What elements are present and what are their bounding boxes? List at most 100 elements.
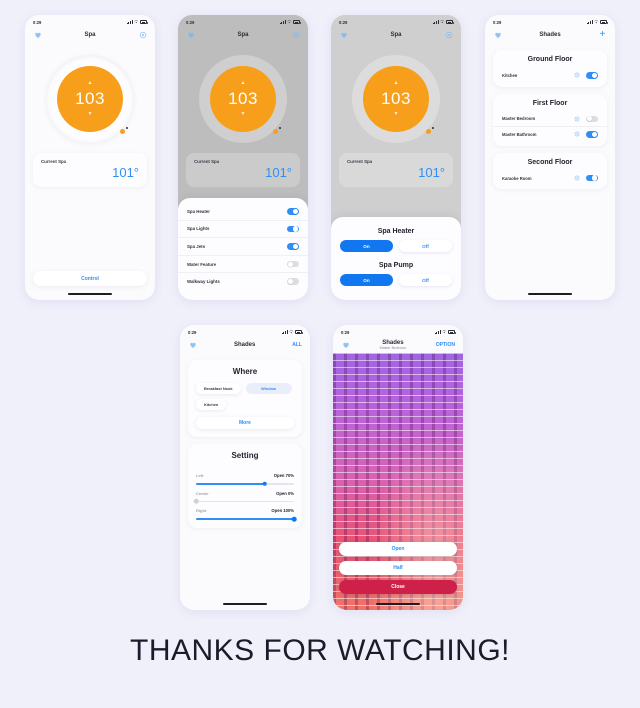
heart-icon[interactable] [493,31,502,40]
control-button[interactable]: Control [33,271,147,286]
room-row[interactable]: Master Bedroom [493,112,607,127]
where-chip[interactable]: Breakfast Nook [196,383,241,394]
floor-card: Ground Floor Kitchen [493,50,607,87]
heart-icon[interactable] [339,31,348,40]
half-button[interactable]: Half [339,561,457,575]
room-name: Karaoke Room [502,175,532,181]
status-icons [432,20,454,24]
heart-icon[interactable] [188,341,197,350]
dial-outer-ring: ▲ 103 ▼ [199,55,287,143]
off-button[interactable]: Off [399,240,452,252]
slider-track-center[interactable] [193,499,294,504]
off-button[interactable]: Off [399,274,452,286]
toggle-switch[interactable] [287,243,299,250]
temperature-dial[interactable]: ▲ 103 ▼ [25,43,155,147]
room-toggle[interactable] [586,72,598,79]
chevron-up-icon[interactable]: ▲ [394,81,399,86]
chevron-down-icon[interactable]: ▼ [88,112,93,117]
more-button[interactable]: More [196,417,294,429]
toggle-row[interactable]: Spa Jets [178,237,308,255]
toggle-switch[interactable] [287,225,299,233]
toggle-switch[interactable] [287,260,299,268]
status-icons [281,330,303,334]
gear-icon[interactable] [138,31,147,40]
dial-inner[interactable]: ▲ 103 ▼ [57,66,123,132]
room-name: Master Bathroom [502,131,537,137]
dial-knob[interactable] [426,129,431,134]
slider-thumb[interactable] [193,499,199,504]
on-button[interactable]: On [340,274,393,286]
where-chip[interactable]: Kitchen [196,399,227,410]
room-toggle[interactable] [586,174,598,182]
status-bar: 0:29 [180,325,310,337]
dial-inner[interactable]: ▲ 103 ▼ [210,66,276,132]
toggle-row[interactable]: Spa Lights [178,219,308,238]
room-row[interactable]: Karaoke Room [493,171,607,186]
open-button[interactable]: Open [339,542,457,556]
toggle-switch[interactable] [287,208,299,215]
slider-thumb[interactable] [262,481,267,487]
slider-header: Right Open 100% [196,508,294,513]
page-title: Spa [237,32,249,38]
gear-icon[interactable] [574,116,580,122]
room-toggle[interactable] [586,131,598,138]
cellular-icon [586,20,593,24]
option-button[interactable]: OPTION [436,342,455,348]
all-button[interactable]: ALL [292,342,302,348]
dial-value: 103 [381,89,411,108]
where-chip-selected[interactable]: Window [245,383,292,394]
dial-knob[interactable] [120,129,125,134]
temperature-dial[interactable]: ▲ 103 ▼ [178,43,308,147]
phone-shades-floors: 0:29 Shades + Ground Floor Kitchen First… [485,15,615,300]
slider-fill [196,483,265,485]
plus-icon[interactable]: + [598,30,607,40]
heart-icon[interactable] [341,341,350,350]
dial-marker-dot [432,127,434,129]
toggle-row[interactable]: Walkway Lights [178,272,308,290]
heart-icon[interactable] [186,31,195,40]
dial-marker-dot [279,127,281,129]
slider-thumb[interactable] [291,516,297,522]
room-row[interactable]: Master Bathroom [493,126,607,142]
floor-title: First Floor [532,99,568,107]
nav-bar: Spa [25,27,155,43]
dial-knob[interactable] [273,129,278,134]
chevron-down-icon[interactable]: ▼ [394,112,399,117]
dial-inner[interactable]: ▲ 103 ▼ [363,66,429,132]
status-time: 0:29 [339,19,348,25]
status-bar: 0:29 [485,15,615,27]
on-button[interactable]: On [340,240,393,252]
status-bar: 0:29 [178,15,308,27]
slider-track-right[interactable] [196,516,297,522]
wifi-icon [440,20,445,24]
gear-icon[interactable] [574,72,580,78]
page-title: Spa [390,32,402,38]
gear-icon[interactable] [291,31,300,40]
close-button[interactable]: Close [339,580,457,594]
heart-icon[interactable] [33,31,42,40]
toggle-row[interactable]: Spa Heater [178,203,308,220]
cellular-icon [126,20,133,24]
gear-icon[interactable] [444,31,453,40]
gear-icon[interactable] [574,175,580,181]
chevron-up-icon[interactable]: ▲ [88,81,93,86]
room-row[interactable]: Kitchen [493,68,607,83]
status-icons [434,330,456,334]
page-title: Shades [382,339,404,346]
floor-card: Second Floor Karaoke Room [493,152,607,190]
gear-icon[interactable] [574,131,580,137]
chevron-down-icon[interactable]: ▼ [241,112,246,117]
page-title: Shades [539,32,561,38]
temperature-dial[interactable]: ▲ 103 ▼ [331,43,461,147]
cellular-icon [281,330,288,334]
toggle-switch[interactable] [287,278,299,285]
battery-icon [600,20,608,24]
slider-track-left[interactable] [196,481,294,487]
toggle-row[interactable]: Water Feature [178,254,308,273]
nav-center: Spa [348,32,444,38]
chevron-up-icon[interactable]: ▲ [241,81,246,86]
dial-outer-ring: ▲ 103 ▼ [46,55,134,143]
onoff-row: On Off [331,240,461,256]
room-toggle[interactable] [586,115,598,123]
toggle-sheet: Spa Heater Spa Lights Spa Jets Water Fea… [178,198,308,300]
